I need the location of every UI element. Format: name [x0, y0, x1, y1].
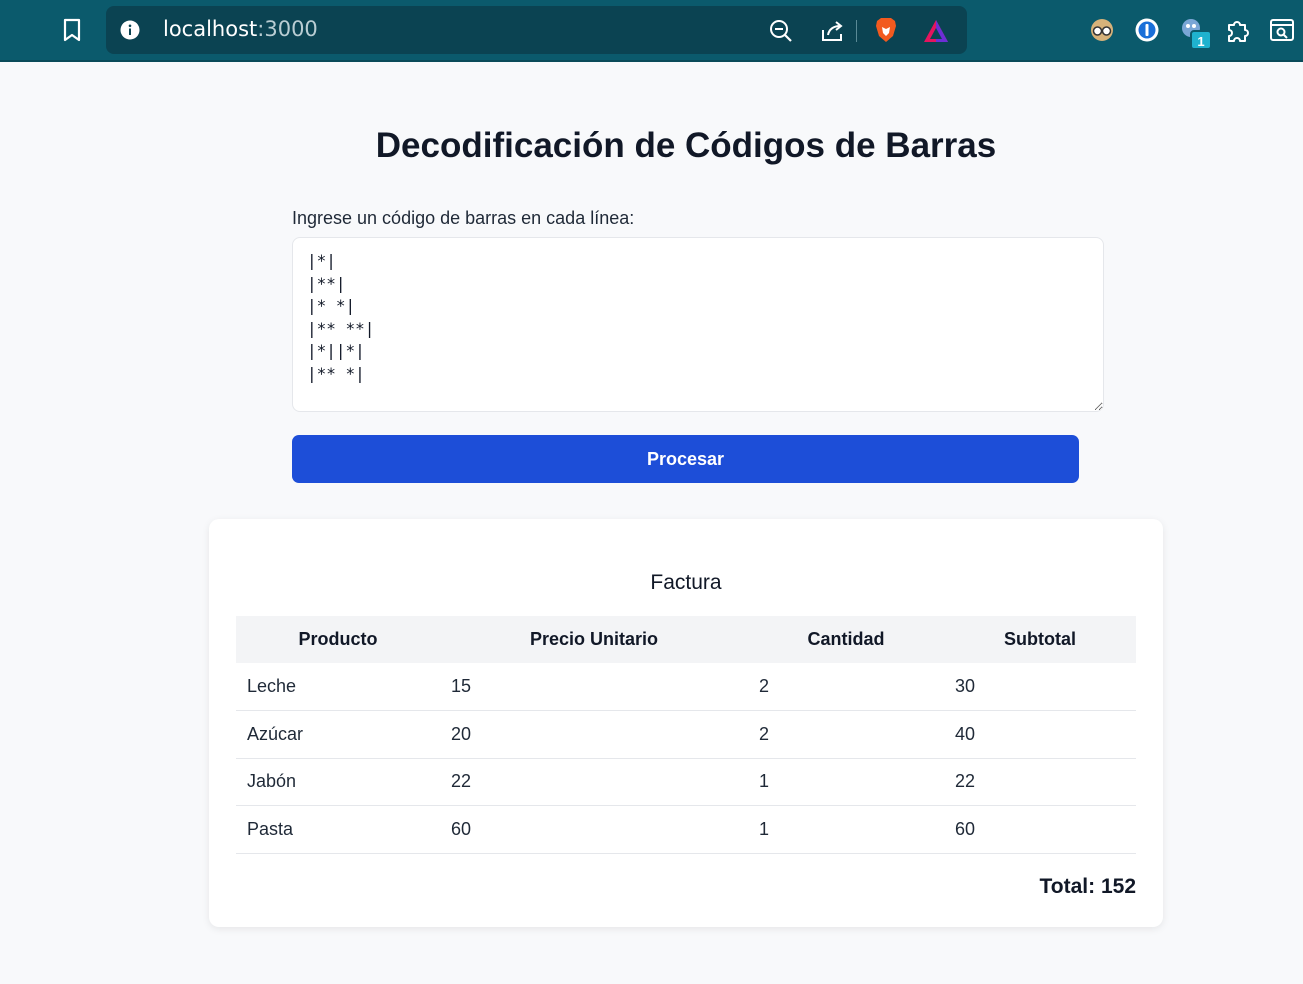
- page-title: Decodificación de Códigos de Barras: [375, 126, 997, 165]
- cell-quantity: 1: [748, 805, 944, 854]
- invoice-total: Total: 152: [1039, 875, 1136, 898]
- url-host: localhost: [163, 17, 258, 41]
- cell-subtotal: 40: [944, 710, 1136, 759]
- url-port: :3000: [257, 17, 318, 41]
- toolbar-separator: [856, 20, 857, 42]
- cell-product: Azúcar: [236, 710, 440, 759]
- extension-badge-count: 1: [1190, 30, 1212, 50]
- cell-subtotal: 30: [944, 663, 1136, 711]
- table-row: Azúcar 20 2 40: [236, 710, 1136, 759]
- cell-product: Leche: [236, 663, 440, 711]
- cell-subtotal: 22: [944, 758, 1136, 806]
- share-icon[interactable]: [819, 18, 845, 44]
- invoice-card: Factura Producto Precio Unitario Cantida…: [209, 519, 1163, 927]
- bookmark-icon[interactable]: [58, 16, 86, 44]
- cell-quantity: 2: [748, 663, 944, 711]
- table-row: Pasta 60 1 60: [236, 805, 1136, 854]
- table-header-row: Producto Precio Unitario Cantidad Subtot…: [236, 616, 1136, 663]
- table-row: Jabón 22 1 22: [236, 758, 1136, 806]
- column-header-product: Producto: [298, 629, 378, 649]
- brave-rewards-icon[interactable]: [922, 18, 950, 44]
- brave-shield-icon[interactable]: [873, 16, 899, 44]
- reader-icon[interactable]: [1269, 16, 1295, 44]
- process-button[interactable]: Procesar: [292, 435, 1079, 483]
- zoom-out-icon[interactable]: [768, 18, 794, 44]
- codes-input-label: Ingrese un código de barras en cada líne…: [292, 208, 635, 228]
- invoice-table: Producto Precio Unitario Cantidad Subtot…: [236, 616, 1136, 854]
- extension-glasses-icon[interactable]: [1089, 16, 1115, 44]
- onepassword-icon[interactable]: [1134, 16, 1160, 44]
- cell-product: Pasta: [236, 805, 440, 854]
- cell-unit-price: 60: [440, 805, 748, 854]
- address-bar[interactable]: localhost:3000: [106, 6, 967, 54]
- column-header-quantity: Cantidad: [807, 629, 885, 649]
- cell-unit-price: 22: [440, 758, 748, 806]
- cell-unit-price: 15: [440, 663, 748, 711]
- cell-subtotal: 60: [944, 805, 1136, 854]
- barcode-textarea[interactable]: |*| |**| |* *| |** **| |*||*| |** *|: [292, 237, 1104, 412]
- puzzle-icon[interactable]: [1225, 16, 1251, 44]
- invoice-title: Factura: [650, 571, 722, 594]
- cell-unit-price: 20: [440, 710, 748, 759]
- info-icon[interactable]: [120, 20, 140, 40]
- browser-toolbar: localhost:3000 1: [0, 0, 1303, 62]
- table-row: Leche 15 2 30: [236, 663, 1136, 711]
- column-header-subtotal: Subtotal: [1004, 629, 1076, 649]
- url-text[interactable]: localhost:3000: [163, 17, 318, 41]
- column-header-unit-price: Precio Unitario: [529, 629, 659, 649]
- cell-quantity: 1: [748, 758, 944, 806]
- cell-quantity: 2: [748, 710, 944, 759]
- cell-product: Jabón: [236, 758, 440, 806]
